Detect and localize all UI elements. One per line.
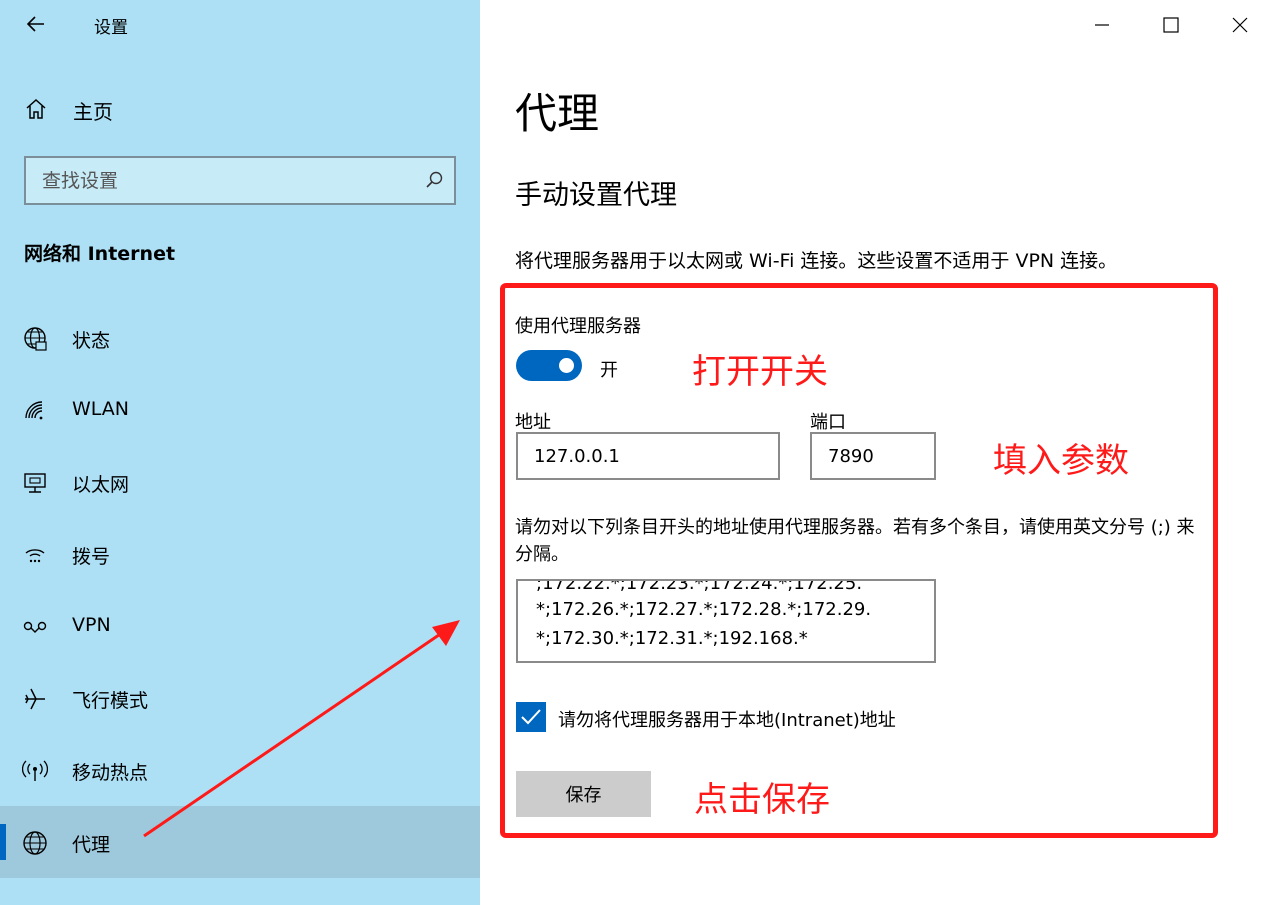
bypass-local-checkbox[interactable] — [516, 702, 546, 732]
sidebar-item-wlan[interactable]: WLAN — [0, 374, 480, 446]
back-arrow-icon[interactable] — [22, 10, 50, 38]
sidebar: 设置 主页 网络和 Internet 状态 WLAN — [0, 0, 480, 905]
section-title: 手动设置代理 — [515, 180, 677, 211]
home-icon — [26, 98, 46, 119]
wifi-icon — [25, 401, 43, 420]
address-label: 地址 — [515, 412, 551, 433]
globe-status-icon — [24, 327, 47, 351]
section-heading: 网络和 Internet — [24, 243, 176, 265]
sidebar-item-status[interactable]: 状态 — [0, 302, 480, 374]
address-input[interactable] — [516, 432, 780, 480]
sidebar-item-label: VPN — [72, 614, 111, 636]
exclusions-line: *;172.26.*;172.27.*;172.28.*;172.29. — [536, 599, 872, 620]
exclusions-textarea[interactable]: ;172.22.*;172.23.*;172.24.*;172.25. *;17… — [516, 579, 936, 663]
sidebar-item-label: 状态 — [72, 330, 111, 352]
port-input[interactable] — [810, 432, 936, 480]
sidebar-item-label: 移动热点 — [72, 762, 149, 784]
exclusions-line: *;172.30.*;172.31.*;192.168.* — [536, 628, 808, 649]
annotation-toggle: 打开开关 — [692, 352, 828, 392]
annotation-fields: 填入参数 — [993, 441, 1129, 481]
exclusions-line: ;172.22.*;172.23.*;172.24.*;172.25. — [536, 579, 863, 594]
page-title: 代理 — [515, 89, 600, 138]
bypass-local-label: 请勿将代理服务器用于本地(Intranet)地址 — [558, 710, 896, 731]
sidebar-item-label: WLAN — [72, 398, 130, 420]
sidebar-item-label: 飞行模式 — [72, 690, 149, 712]
sidebar-item-label: 拨号 — [72, 546, 111, 568]
use-proxy-label: 使用代理服务器 — [515, 316, 641, 337]
maximize-icon[interactable] — [1156, 10, 1186, 40]
sidebar-item-proxy[interactable]: 代理 — [0, 806, 480, 878]
airplane-icon — [25, 688, 45, 710]
sidebar-item-vpn[interactable]: VPN — [0, 590, 480, 662]
ethernet-icon — [24, 473, 46, 493]
sidebar-item-label: 代理 — [72, 834, 111, 856]
toggle-state-label: 开 — [600, 360, 618, 381]
use-proxy-toggle[interactable] — [516, 350, 582, 381]
globe-icon — [23, 831, 47, 855]
dialup-icon — [25, 549, 45, 563]
selected-indicator — [0, 824, 6, 860]
close-icon[interactable] — [1225, 10, 1255, 40]
checkmark-icon — [521, 709, 541, 725]
app-title: 设置 — [94, 18, 128, 38]
sidebar-item-mobile-hotspot[interactable]: 移动热点 — [0, 734, 480, 806]
search-input[interactable] — [26, 158, 416, 203]
search-icon[interactable] — [424, 170, 444, 190]
save-button[interactable]: 保存 — [516, 771, 651, 817]
search-box[interactable] — [24, 156, 456, 205]
toggle-knob — [559, 358, 574, 373]
vpn-icon — [23, 621, 47, 633]
port-label: 端口 — [810, 412, 846, 433]
sidebar-item-home[interactable]: 主页 — [0, 86, 480, 132]
sidebar-item-dialup[interactable]: 拨号 — [0, 518, 480, 590]
sidebar-item-airplane-mode[interactable]: 飞行模式 — [0, 662, 480, 734]
sidebar-item-label: 以太网 — [72, 474, 130, 496]
sidebar-item-label: 主页 — [73, 100, 113, 124]
minimize-icon[interactable] — [1087, 10, 1117, 40]
exclusions-description: 请勿对以下列条目开头的地址使用代理服务器。若有多个条目，请使用英文分号 (;) … — [515, 517, 1195, 565]
annotation-save: 点击保存 — [694, 780, 830, 820]
proxy-description: 将代理服务器用于以太网或 Wi-Fi 连接。这些设置不适用于 VPN 连接。 — [515, 250, 1118, 272]
hotspot-icon — [22, 760, 48, 781]
sidebar-item-ethernet[interactable]: 以太网 — [0, 446, 480, 518]
